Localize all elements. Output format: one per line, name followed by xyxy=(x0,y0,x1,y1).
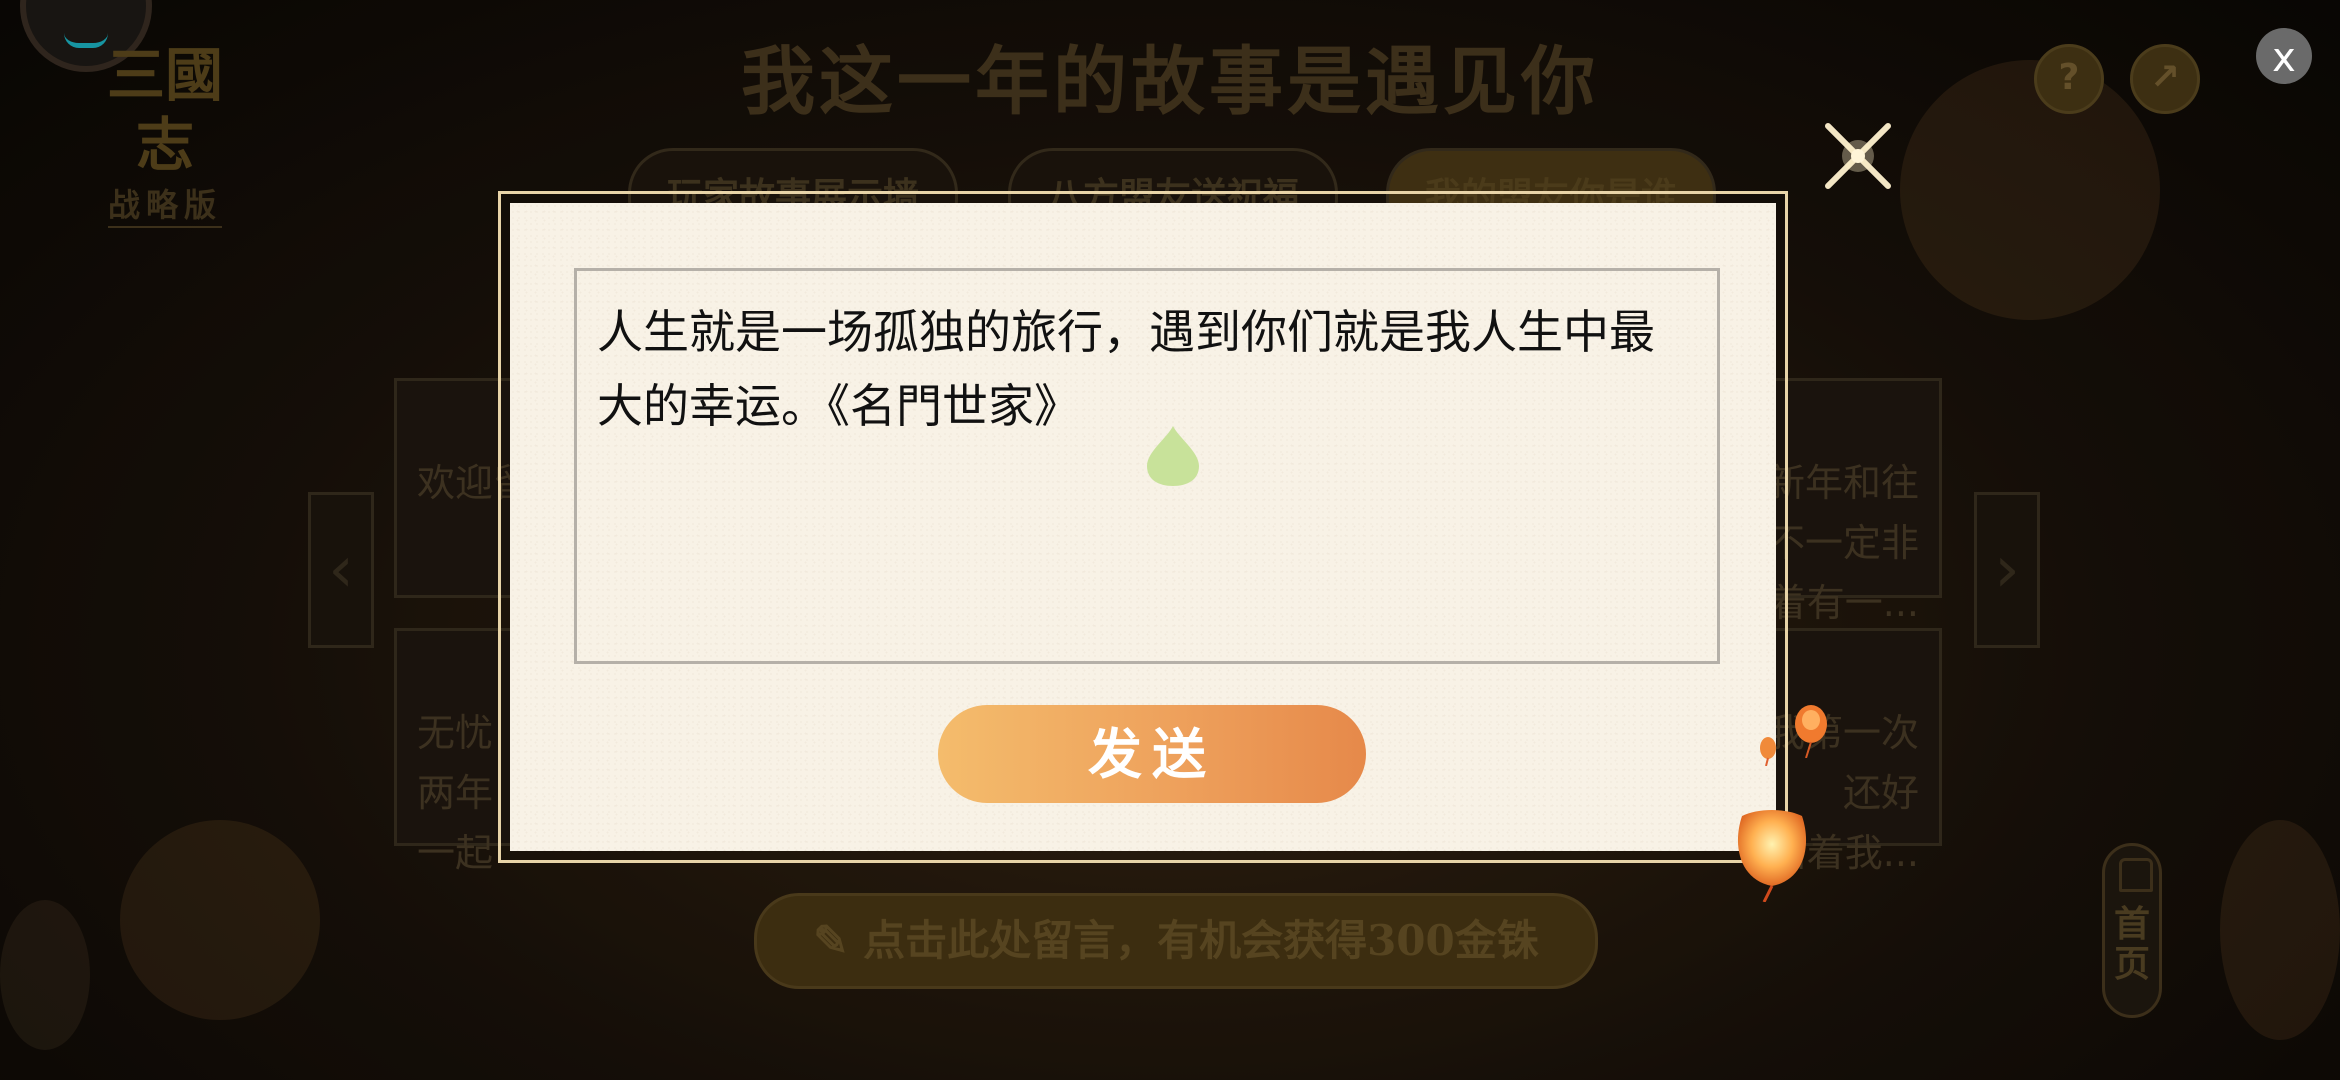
close-icon: x xyxy=(2272,35,2296,81)
lantern-icon xyxy=(1737,810,1807,902)
sparkle-x-icon[interactable] xyxy=(1818,116,1898,196)
close-page-button[interactable]: x xyxy=(2256,28,2312,84)
send-label: 发送 xyxy=(1088,722,1216,786)
send-button[interactable]: 发送 xyxy=(938,705,1366,803)
lantern-icon xyxy=(1760,737,1776,766)
message-text: 人生就是一场孤独的旅行，遇到你们就是我人生中最大的幸运。《名門世家》 xyxy=(597,305,1655,433)
droplet-icon xyxy=(1147,426,1199,486)
lantern-icon xyxy=(1795,705,1827,758)
